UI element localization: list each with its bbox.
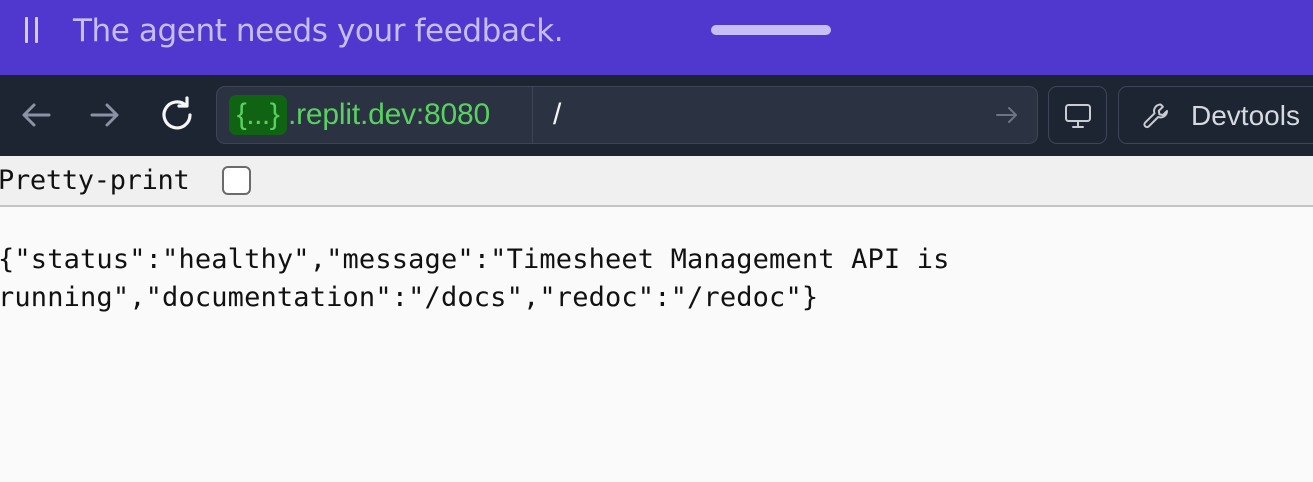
json-line: running","documentation":"/docs","redoc"… bbox=[0, 282, 819, 313]
address-bar[interactable]: {...} .replit.dev:8080 / bbox=[216, 86, 1038, 144]
arrow-left-icon bbox=[22, 103, 51, 127]
json-line: {"status":"healthy","message":"Timesheet… bbox=[0, 244, 950, 275]
go-button[interactable] bbox=[993, 101, 1021, 129]
pretty-print-label: Pretty-print bbox=[0, 165, 190, 196]
reload-icon bbox=[162, 96, 192, 130]
pretty-print-checkbox[interactable] bbox=[222, 166, 251, 195]
drag-handle-icon[interactable] bbox=[22, 17, 42, 43]
arrow-right-icon bbox=[90, 103, 119, 127]
reload-button[interactable] bbox=[157, 95, 197, 135]
url-subdomain-pill[interactable]: {...} bbox=[229, 95, 287, 135]
url-host: .replit.dev:8080 bbox=[288, 98, 490, 131]
browser-toolbar: {...} .replit.dev:8080 / Devtools bbox=[0, 75, 1313, 156]
wrench-icon bbox=[1143, 103, 1168, 129]
devtools-label: Devtools bbox=[1191, 100, 1300, 131]
agent-feedback-banner: The agent needs your feedback. bbox=[0, 0, 1313, 75]
banner-message: The agent needs your feedback. bbox=[73, 13, 564, 49]
back-button[interactable] bbox=[16, 95, 56, 135]
json-response: {"status":"healthy","message":"Timesheet… bbox=[0, 241, 1198, 317]
url-path-input[interactable]: / bbox=[553, 95, 561, 135]
arrow-right-icon bbox=[996, 107, 1017, 123]
monitor-icon bbox=[1065, 104, 1091, 128]
devtools-button[interactable]: Devtools bbox=[1118, 86, 1313, 144]
pretty-print-bar: Pretty-print bbox=[0, 156, 1313, 207]
sheet-grab-handle[interactable] bbox=[711, 25, 831, 35]
url-domain-section[interactable]: {...} .replit.dev:8080 bbox=[217, 87, 533, 143]
forward-button[interactable] bbox=[85, 95, 125, 135]
device-preview-button[interactable] bbox=[1048, 86, 1107, 144]
